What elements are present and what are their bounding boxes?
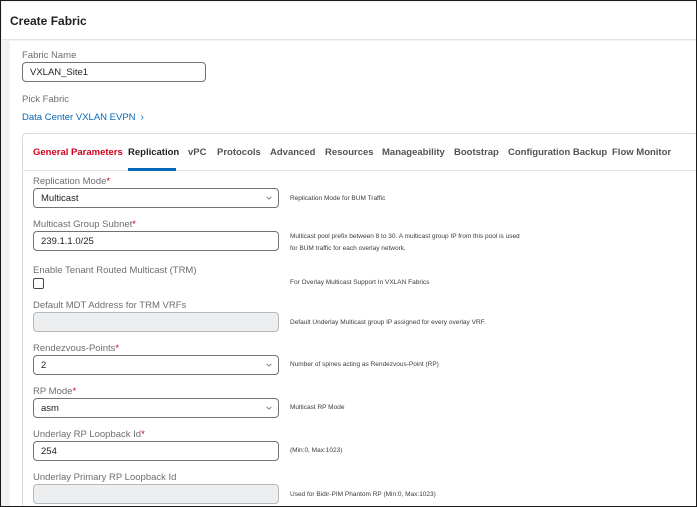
settings-panel: General Parameters Replication vPC Proto… [22, 133, 696, 506]
default-mdt-label: Default MDT Address for TRM VRFs [33, 300, 187, 311]
replication-mode-label: Replication Mode* [33, 176, 111, 187]
rendezvous-points-label: Rendezvous-Points* [33, 343, 120, 354]
rp-mode-value: asm [41, 403, 59, 414]
tab-flow-monitor[interactable]: Flow Monitor [612, 147, 671, 158]
rendezvous-points-select[interactable]: 2 [33, 355, 279, 375]
fabric-name-input[interactable]: VXLAN_Site1 [22, 62, 206, 82]
tab-protocols[interactable]: Protocols [217, 147, 261, 158]
title-bar: Create Fabric [2, 2, 696, 40]
create-fabric-window: Create Fabric Fabric Name VXLAN_Site1 Pi… [0, 0, 697, 507]
default-mdt-help: Default Underlay Multicast group IP assi… [290, 319, 486, 326]
multicast-group-subnet-label: Multicast Group Subnet* [33, 219, 136, 230]
multicast-group-subnet-help-line1: Multicast pool prefix between 8 to 30. A… [290, 233, 520, 240]
tab-advanced[interactable]: Advanced [270, 147, 315, 158]
trm-label: Enable Tenant Routed Multicast (TRM) [33, 265, 197, 276]
dialog-title: Create Fabric [10, 14, 87, 28]
rendezvous-points-value: 2 [41, 360, 47, 371]
pick-fabric-link[interactable]: Data Center VXLAN EVPN › [22, 112, 144, 123]
replication-mode-select[interactable]: Multicast [33, 188, 279, 208]
multicast-group-subnet-help-line2: for BUM traffic for each overlay network… [290, 245, 406, 252]
tab-resources[interactable]: Resources [325, 147, 374, 158]
tab-configuration-backup[interactable]: Configuration Backup [508, 147, 607, 158]
replication-mode-help: Replication Mode for BUM Traffic [290, 195, 386, 202]
rendezvous-points-help: Number of spines acting as Rendezvous-Po… [290, 361, 439, 368]
underlay-primary-rp-loopback-label: Underlay Primary RP Loopback Id [33, 472, 177, 483]
underlay-primary-rp-loopback-help: Used for Bidir-PIM Phantom RP (Min:0, Ma… [290, 491, 436, 498]
chevron-down-icon [266, 363, 272, 367]
tab-bootstrap[interactable]: Bootstrap [454, 147, 499, 158]
chevron-down-icon [266, 196, 272, 200]
tab-general-parameters[interactable]: General Parameters [33, 147, 123, 158]
rp-mode-label: RP Mode* [33, 386, 77, 397]
trm-checkbox[interactable] [33, 278, 44, 289]
fabric-name-label: Fabric Name [22, 50, 77, 61]
tab-replication[interactable]: Replication [128, 147, 179, 158]
tab-vpc[interactable]: vPC [188, 147, 206, 158]
multicast-group-subnet-input[interactable]: 239.1.1.0/25 [33, 231, 279, 251]
pick-fabric-label: Pick Fabric [22, 94, 69, 105]
pick-fabric-link-text: Data Center VXLAN EVPN [22, 112, 136, 123]
default-mdt-input[interactable] [33, 312, 279, 332]
trm-help: For Overlay Multicast Support In VXLAN F… [290, 279, 430, 286]
rp-mode-help: Multicast RP Mode [290, 404, 345, 411]
replication-mode-value: Multicast [41, 193, 79, 204]
active-tab-indicator [128, 168, 176, 171]
rp-mode-select[interactable]: asm [33, 398, 279, 418]
chevron-down-icon [266, 406, 272, 410]
chevron-right-icon: › [140, 112, 144, 123]
tab-manageability[interactable]: Manageability [382, 147, 445, 158]
form-content: Fabric Name VXLAN_Site1 Pick Fabric Data… [10, 41, 696, 506]
underlay-rp-loopback-label: Underlay RP Loopback Id* [33, 429, 145, 440]
tab-bar: General Parameters Replication vPC Proto… [23, 134, 696, 171]
underlay-primary-rp-loopback-input[interactable] [33, 484, 279, 504]
underlay-rp-loopback-help: (Min:0, Max:1023) [290, 447, 343, 454]
underlay-rp-loopback-input[interactable]: 254 [33, 441, 279, 461]
